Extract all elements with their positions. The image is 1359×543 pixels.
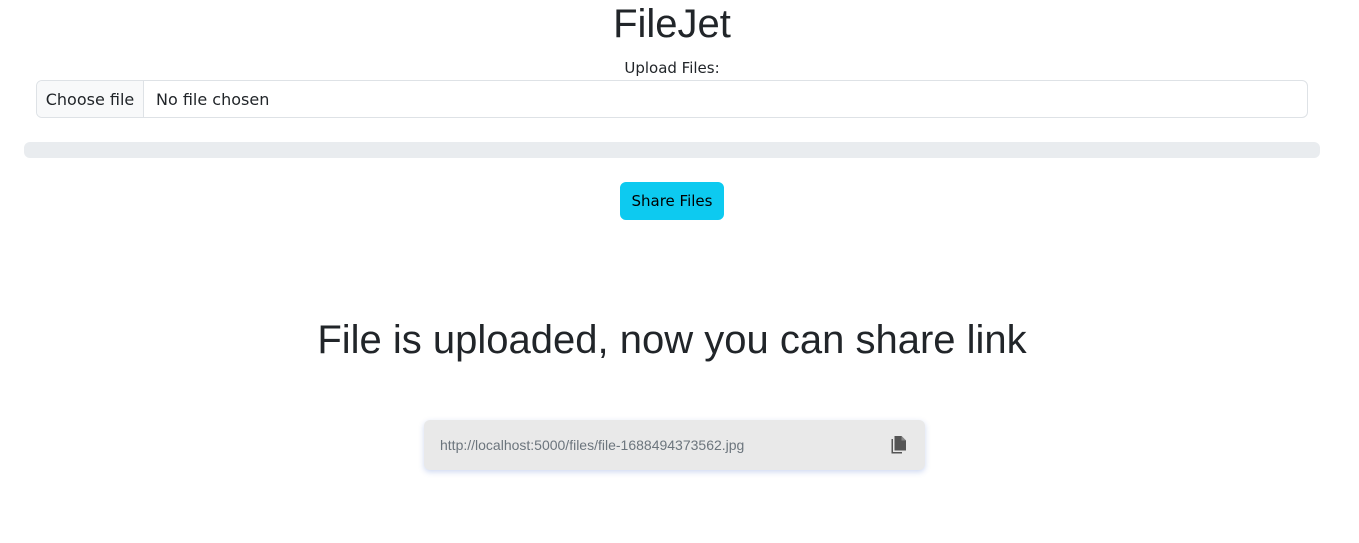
share-link-text[interactable]: http://localhost:5000/files/file-1688494… [440, 437, 889, 453]
share-files-button[interactable]: Share Files [620, 182, 724, 220]
upload-success-heading: File is uploaded, now you can share link [317, 318, 1027, 362]
file-status-text: No file chosen [156, 89, 270, 109]
app-title: FileJet [613, 2, 731, 46]
share-link-box: http://localhost:5000/files/file-1688494… [424, 420, 925, 470]
copy-icon[interactable] [889, 435, 909, 455]
choose-file-button[interactable]: Choose file [37, 81, 144, 117]
upload-label: Upload Files: [624, 59, 720, 77]
upload-progress-bar [24, 142, 1320, 158]
file-input[interactable]: Choose file No file chosen [36, 80, 1308, 118]
